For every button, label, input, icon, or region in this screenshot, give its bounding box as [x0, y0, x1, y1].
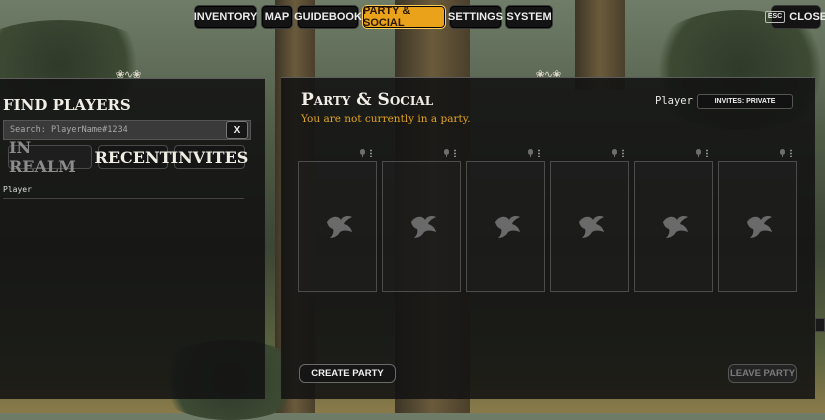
- microphone-icon[interactable]: [360, 149, 365, 157]
- party-panel: Party & Social You are not currently in …: [281, 77, 815, 399]
- create-party-button[interactable]: CREATE PARTY: [299, 364, 396, 383]
- tab-settings[interactable]: SETTINGS: [448, 5, 503, 29]
- microphone-icon[interactable]: [528, 149, 533, 157]
- slot-tools: [780, 148, 796, 158]
- divider: [3, 198, 244, 199]
- more-options-icon[interactable]: [370, 149, 372, 157]
- find-players-panel: FIND PLAYERS X IN REALM RECENT INVITES P…: [0, 78, 265, 399]
- more-options-icon[interactable]: [706, 149, 708, 157]
- microphone-icon[interactable]: [444, 149, 449, 157]
- slot-tools: [360, 148, 376, 158]
- slot-tools: [528, 148, 544, 158]
- party-status-text: You are not currently in a party.: [301, 113, 471, 125]
- party-slot[interactable]: [634, 161, 713, 292]
- bird-emblem-icon: [579, 216, 604, 238]
- bird-emblem-icon: [411, 216, 436, 238]
- bird-emblem-icon: [495, 216, 520, 238]
- filter-tab-in-realm[interactable]: IN REALM: [8, 138, 92, 176]
- party-slot[interactable]: [718, 161, 797, 292]
- filter-tab-invites[interactable]: INVITES: [171, 145, 248, 169]
- party-slot[interactable]: [466, 161, 545, 292]
- slot-tools: [612, 148, 628, 158]
- bird-emblem-icon: [747, 216, 772, 238]
- tab-inventory[interactable]: INVENTORY: [194, 5, 257, 29]
- esc-key-icon: ESC: [764, 11, 786, 23]
- microphone-icon[interactable]: [696, 149, 701, 157]
- more-options-icon[interactable]: [538, 149, 540, 157]
- close-label: CLOSE: [789, 11, 825, 23]
- party-slot[interactable]: [550, 161, 629, 292]
- slot-tools: [444, 148, 460, 158]
- tab-party-social[interactable]: PARTY & SOCIAL: [362, 5, 446, 29]
- filter-tab-recent[interactable]: RECENT: [95, 145, 171, 169]
- clear-search-button[interactable]: X: [226, 121, 248, 139]
- more-options-icon[interactable]: [454, 149, 456, 157]
- close-button[interactable]: ESC CLOSE: [764, 5, 825, 29]
- more-options-icon[interactable]: [622, 149, 624, 157]
- player-list-item[interactable]: Player: [3, 185, 244, 194]
- more-options-icon[interactable]: [790, 149, 792, 157]
- invites-privacy-button[interactable]: INVITES: PRIVATE: [697, 94, 793, 109]
- player-name: Player: [655, 95, 693, 107]
- player-search-input[interactable]: [4, 120, 226, 140]
- bird-emblem-icon: [327, 216, 352, 238]
- top-nav: INVENTORY MAP GUIDEBOOK PARTY & SOCIAL S…: [0, 0, 825, 34]
- tab-system[interactable]: SYSTEM: [505, 5, 553, 29]
- leave-party-button[interactable]: LEAVE PARTY: [728, 364, 797, 383]
- search-box: X: [3, 120, 251, 140]
- slot-tools: [696, 148, 712, 158]
- tab-map[interactable]: MAP: [261, 5, 293, 29]
- bird-emblem-icon: [663, 216, 688, 238]
- find-players-title: FIND PLAYERS: [3, 96, 131, 114]
- side-handle[interactable]: [815, 318, 825, 332]
- page-title: Party & Social: [301, 90, 434, 110]
- tab-guidebook[interactable]: GUIDEBOOK: [294, 5, 362, 29]
- party-slot[interactable]: [382, 161, 461, 292]
- microphone-icon[interactable]: [780, 149, 785, 157]
- party-slot[interactable]: [298, 161, 377, 292]
- microphone-icon[interactable]: [612, 149, 617, 157]
